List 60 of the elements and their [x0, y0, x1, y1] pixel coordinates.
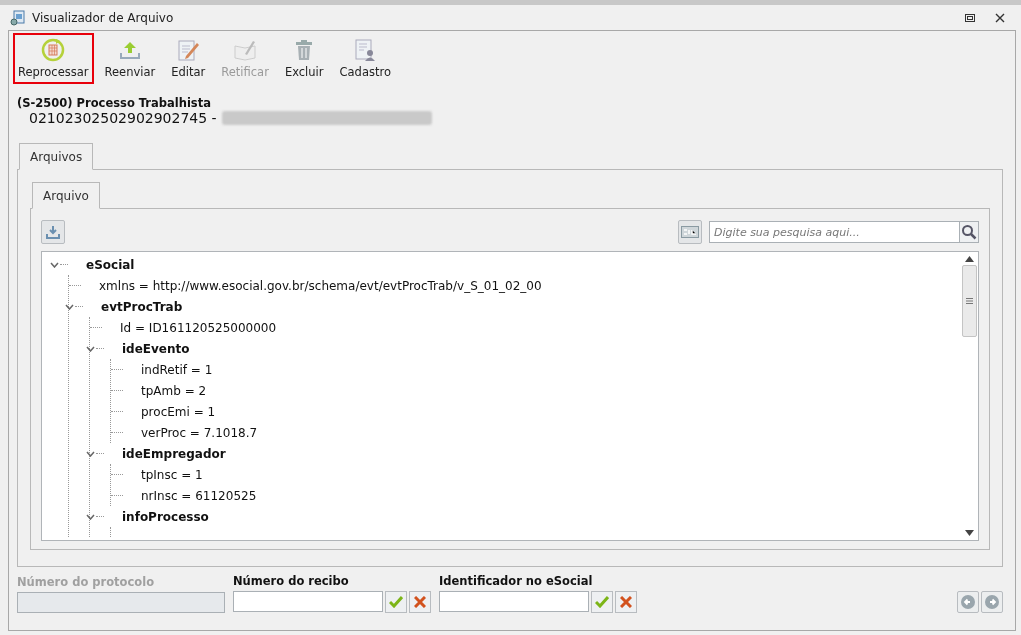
- tree-node[interactable]: eSocial: [86, 257, 135, 272]
- cross-icon: [620, 596, 632, 608]
- window-title: Visualizador de Arquivo: [32, 10, 174, 25]
- open-book-pencil-icon: [233, 38, 258, 62]
- confirm-button[interactable]: [385, 591, 407, 613]
- tree-node[interactable]: ideEmpregador: [122, 446, 226, 461]
- edit-document-icon: [176, 38, 201, 62]
- toolbar-button[interactable]: Editar: [166, 33, 211, 84]
- tab[interactable]: Arquivo: [32, 182, 100, 209]
- close-icon[interactable]: [995, 12, 1005, 23]
- tree-attribute[interactable]: verProc = 7.1018.7: [141, 425, 258, 440]
- download-icon: [45, 224, 61, 240]
- cancel-button[interactable]: [615, 591, 637, 613]
- tree-node[interactable]: infoProcesso: [122, 509, 209, 524]
- xml-file-icon: [681, 226, 699, 238]
- input-field[interactable]: [233, 591, 383, 612]
- field-label: Identificador no eSocial: [439, 574, 594, 588]
- tree-attribute[interactable]: tpInsc = 1: [141, 467, 203, 482]
- search-icon: [961, 224, 977, 240]
- tree-attribute[interactable]: procEmi = 1: [141, 404, 216, 419]
- tree-node[interactable]: ideEvento: [122, 341, 190, 356]
- scroll-down-icon[interactable]: [965, 530, 974, 536]
- expand-caret-icon[interactable]: [84, 345, 96, 352]
- field-label: Número do recibo: [233, 574, 350, 588]
- tree-node[interactable]: evtProcTrab: [101, 299, 183, 314]
- input-field[interactable]: [439, 591, 589, 612]
- checkmark-icon: [595, 596, 609, 608]
- restore-icon[interactable]: [965, 13, 975, 22]
- cross-icon: [414, 596, 426, 608]
- toolbar-button[interactable]: Reenviar: [99, 33, 161, 84]
- document-viewer-icon: [10, 9, 26, 26]
- tree-attribute[interactable]: tpAmb = 2: [141, 383, 207, 398]
- search-field[interactable]: Digite sua pesquisa aqui...: [709, 221, 959, 243]
- user-document-icon: [353, 38, 378, 62]
- tree-attribute[interactable]: Id = ID161120525000000: [120, 320, 277, 335]
- search-button[interactable]: [959, 221, 979, 243]
- expand-caret-icon[interactable]: [84, 450, 96, 457]
- xml-button[interactable]: [678, 220, 702, 244]
- scroll-up-icon[interactable]: [965, 256, 974, 262]
- event-title: (S-2500) Processo Trabalhista: [17, 96, 212, 110]
- tree-attribute[interactable]: indRetif = 1: [141, 362, 213, 377]
- checkmark-icon: [389, 596, 403, 608]
- expand-caret-icon[interactable]: [63, 303, 75, 310]
- toolbar-button[interactable]: Reprocessar: [13, 33, 94, 84]
- refresh-calculator-icon: [41, 38, 66, 62]
- toolbar-button[interactable]: Cadastro: [334, 33, 396, 84]
- grip-icon: [966, 298, 973, 304]
- process-number: 02102302502902902745 -: [29, 110, 217, 126]
- toolbar-button[interactable]: Excluir: [279, 33, 329, 84]
- tree-attribute[interactable]: xmlns = http://www.esocial.gov.br/schema/evt/evtProcTrab/v_S_01_02_00: [99, 278, 542, 293]
- previous-button[interactable]: [957, 591, 979, 613]
- next-button[interactable]: [981, 591, 1003, 613]
- download-button[interactable]: [41, 220, 65, 244]
- cancel-button[interactable]: [409, 591, 431, 613]
- confirm-button[interactable]: [591, 591, 613, 613]
- tree-attribute[interactable]: nrInsc = 61120525: [141, 488, 257, 503]
- expand-caret-icon[interactable]: [84, 513, 96, 520]
- tab[interactable]: Arquivos: [19, 143, 94, 170]
- field-label: Número do protocolo: [17, 575, 156, 589]
- expand-caret-icon[interactable]: [48, 261, 60, 268]
